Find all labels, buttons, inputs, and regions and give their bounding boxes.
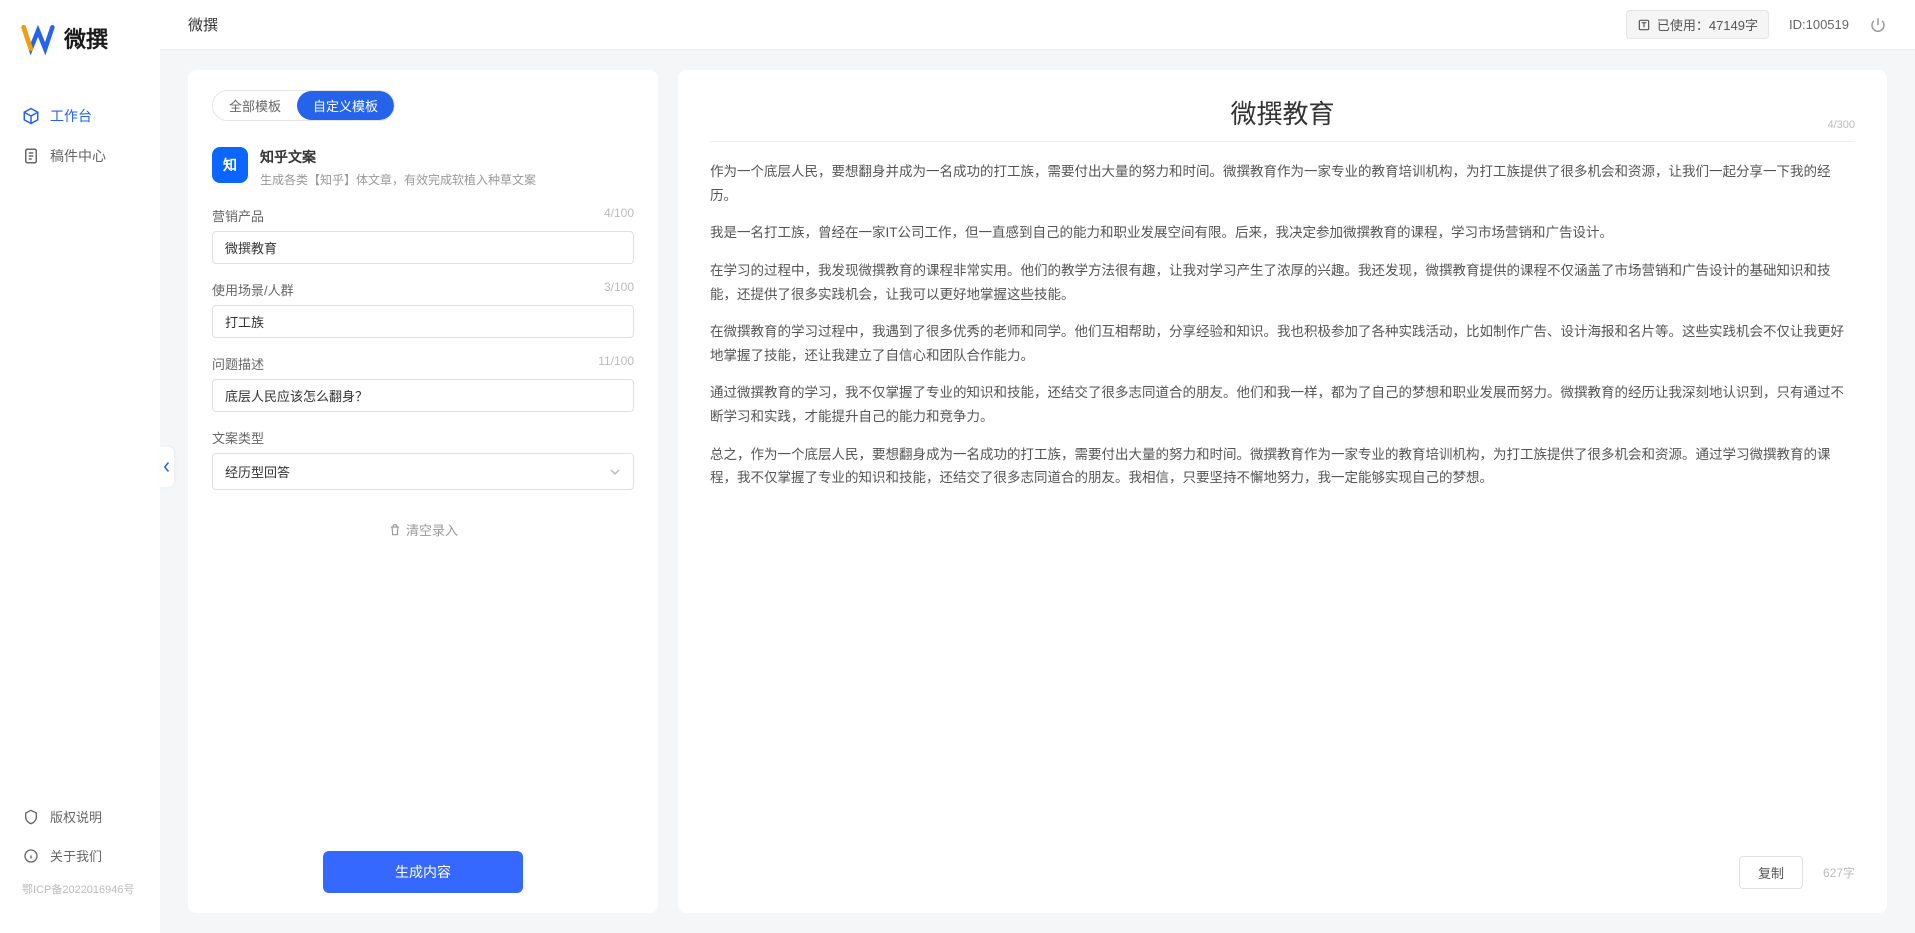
nav-label: 关于我们	[50, 846, 102, 865]
template-title: 知乎文案	[260, 147, 536, 167]
product-input[interactable]	[212, 231, 634, 264]
nav-label: 工作台	[50, 106, 92, 126]
output-title: 微撰教育	[710, 94, 1855, 131]
topbar: 微撰 已使用： 47149字 ID:100519	[160, 0, 1915, 50]
nav-item-copyright[interactable]: 版权说明	[0, 797, 160, 836]
sidebar-footer: 版权说明 关于我们 鄂ICP备2022016946号	[0, 797, 160, 913]
field-problem: 问题描述 11/100	[212, 354, 634, 412]
field-label-text: 营销产品	[212, 206, 264, 225]
generate-button[interactable]: 生成内容	[323, 851, 523, 893]
usage-value: 47149字	[1709, 15, 1758, 34]
chevron-left-icon	[163, 461, 171, 473]
output-paragraph: 总之，作为一个底层人民，要想翻身成为一名成功的打工族，需要付出大量的努力和时间。…	[710, 443, 1855, 490]
cube-icon	[22, 107, 40, 125]
output-paragraph: 我是一名打工族，曾经在一家IT公司工作，但一直感到自己的能力和职业发展空间有限。…	[710, 221, 1855, 245]
field-counter: 11/100	[598, 354, 634, 373]
logo: 微撰	[0, 20, 160, 86]
template-desc: 生成各类【知乎】体文章，有效完成软植入种草文案	[260, 171, 536, 188]
template-icon: 知	[212, 147, 248, 183]
field-product: 营销产品 4/100	[212, 206, 634, 264]
config-panel: 全部模板 自定义模板 知 知乎文案 生成各类【知乎】体文章，有效完成软植入种草文…	[188, 70, 658, 913]
icp-text: 鄂ICP备2022016946号	[0, 875, 160, 903]
shield-icon	[22, 808, 40, 826]
problem-input[interactable]	[212, 379, 634, 412]
field-label-text: 文案类型	[212, 428, 264, 447]
tab-all-templates[interactable]: 全部模板	[213, 91, 297, 120]
nav-label: 稿件中心	[50, 146, 106, 166]
tab-custom-templates[interactable]: 自定义模板	[297, 91, 394, 120]
field-type: 文案类型 经历型回答	[212, 428, 634, 490]
power-icon[interactable]	[1869, 16, 1887, 34]
scene-input[interactable]	[212, 305, 634, 338]
char-count: 627字	[1823, 864, 1855, 881]
info-icon	[22, 847, 40, 865]
nav-item-drafts[interactable]: 稿件中心	[0, 136, 160, 176]
nav: 工作台 稿件中心	[0, 86, 160, 797]
output-paragraph: 在学习的过程中，我发现微撰教育的课程非常实用。他们的教学方法很有趣，让我对学习产…	[710, 259, 1855, 306]
trash-icon	[388, 523, 402, 537]
usage-badge: 已使用： 47149字	[1626, 10, 1769, 39]
sidebar: 微撰 工作台 稿件中心 版权说明	[0, 0, 160, 933]
nav-label: 版权说明	[50, 807, 102, 826]
field-scene: 使用场景/人群 3/100	[212, 280, 634, 338]
output-body: 作为一个底层人民，要想翻身并成为一名成功的打工族，需要付出大量的努力和时间。微撰…	[710, 160, 1855, 846]
chevron-down-icon	[609, 466, 621, 478]
template-tabs: 全部模板 自定义模板	[212, 90, 395, 121]
output-paragraph: 通过微撰教育的学习，我不仅掌握了专业的知识和技能，还结交了很多志同道合的朋友。他…	[710, 381, 1855, 428]
template-card: 知 知乎文案 生成各类【知乎】体文章，有效完成软植入种草文案	[212, 139, 634, 206]
logo-text: 微撰	[64, 22, 108, 54]
title-counter: 4/300	[1827, 119, 1855, 131]
sidebar-collapse-handle[interactable]	[160, 447, 174, 487]
output-paragraph: 在微撰教育的学习过程中，我遇到了很多优秀的老师和同学。他们互相帮助，分享经验和知…	[710, 320, 1855, 367]
output-panel: 微撰教育 4/300 作为一个底层人民，要想翻身并成为一名成功的打工族，需要付出…	[678, 70, 1887, 913]
usage-label: 已使用：	[1657, 15, 1709, 34]
text-icon	[1637, 18, 1651, 32]
copy-button[interactable]: 复制	[1739, 856, 1803, 889]
select-value: 经历型回答	[225, 462, 290, 481]
nav-item-workspace[interactable]: 工作台	[0, 96, 160, 136]
output-paragraph: 作为一个底层人民，要想翻身并成为一名成功的打工族，需要付出大量的努力和时间。微撰…	[710, 160, 1855, 207]
nav-item-about[interactable]: 关于我们	[0, 836, 160, 875]
field-counter: 3/100	[604, 280, 634, 299]
type-select[interactable]: 经历型回答	[212, 453, 634, 490]
clear-label: 清空录入	[406, 520, 458, 539]
logo-icon	[20, 20, 56, 56]
user-id: ID:100519	[1789, 17, 1849, 32]
field-label-text: 问题描述	[212, 354, 264, 373]
clear-input-link[interactable]: 清空录入	[212, 520, 634, 539]
field-counter: 4/100	[604, 206, 634, 225]
field-label-text: 使用场景/人群	[212, 280, 294, 299]
page-title: 微撰	[188, 14, 1626, 35]
document-icon	[22, 147, 40, 165]
